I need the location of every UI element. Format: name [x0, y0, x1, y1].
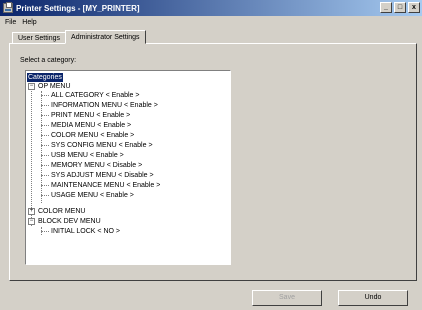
tree-item-sys-adjust-menu[interactable]: SYS ADJUST MENU < Disable >: [51, 171, 154, 180]
minimize-button[interactable]: _: [380, 2, 392, 13]
tree-line: [41, 145, 49, 146]
menu-help[interactable]: Help: [19, 19, 39, 26]
menu-bar: File Help: [0, 17, 40, 28]
settings-tabs: User Settings Administrator Settings: [12, 30, 146, 44]
tree-line: [41, 91, 42, 203]
tree-item-usb-menu[interactable]: USB MENU < Enable >: [51, 151, 124, 160]
tree-item-sys-config-menu[interactable]: SYS CONFIG MENU < Enable >: [51, 141, 153, 150]
tree-node-op-menu[interactable]: OP MENU: [38, 82, 71, 91]
tree-item-usage-menu[interactable]: USAGE MENU < Enable >: [51, 191, 134, 200]
tree-item-all-category[interactable]: ALL CATEGORY < Enable >: [51, 91, 139, 100]
tree-item-information-menu[interactable]: INFORMATION MENU < Enable >: [51, 101, 158, 110]
collapse-block-dev-menu-icon[interactable]: −: [28, 218, 35, 225]
expand-color-menu-icon[interactable]: +: [28, 208, 35, 215]
printer-settings-window: Printer Settings - [MY_PRINTER] _ □ x Fi…: [0, 0, 422, 310]
tree-line: [31, 87, 32, 226]
tree-line: [41, 165, 49, 166]
tree-line: [41, 105, 49, 106]
tree-item-print-menu[interactable]: PRINT MENU < Enable >: [51, 111, 130, 120]
tree-line: [41, 185, 49, 186]
tree-line: [41, 231, 49, 232]
undo-button[interactable]: Undo: [338, 290, 408, 306]
tree-item-color-menu[interactable]: COLOR MENU < Enable >: [51, 131, 134, 140]
tree-line: [41, 95, 49, 96]
tree-root-categories[interactable]: Categories: [27, 73, 63, 82]
save-button[interactable]: Save: [252, 290, 322, 306]
window-controls: _ □ x: [380, 2, 420, 13]
tree-line: [41, 175, 49, 176]
tree-item-maintenance-menu[interactable]: MAINTENANCE MENU < Enable >: [51, 181, 160, 190]
tree-node-block-dev-menu[interactable]: BLOCK DEV MENU: [38, 217, 101, 226]
tree-item-initial-lock[interactable]: INITIAL LOCK < NO >: [51, 227, 120, 236]
tree-line: [41, 155, 49, 156]
tree-line: [41, 195, 49, 196]
close-button[interactable]: x: [408, 2, 420, 13]
select-category-label: Select a category:: [20, 57, 77, 64]
maximize-button[interactable]: □: [394, 2, 406, 13]
administrator-settings-panel: Select a category: Categories − OP MENU …: [9, 43, 417, 281]
tree-item-memory-menu[interactable]: MEMORY MENU < Disable >: [51, 161, 142, 170]
printer-icon: [3, 2, 13, 13]
tab-administrator-settings[interactable]: Administrator Settings: [65, 30, 146, 44]
category-tree[interactable]: Categories − OP MENU ALL CATEGORY < Enab…: [25, 70, 231, 265]
tree-line: [41, 125, 49, 126]
collapse-op-menu-icon[interactable]: −: [28, 83, 35, 90]
tree-node-color-menu[interactable]: COLOR MENU: [38, 207, 85, 216]
menu-file[interactable]: File: [2, 19, 19, 26]
window-title: Printer Settings - [MY_PRINTER]: [16, 3, 140, 13]
title-bar[interactable]: Printer Settings - [MY_PRINTER] _ □ x: [0, 0, 422, 16]
tree-item-media-menu[interactable]: MEDIA MENU < Enable >: [51, 121, 131, 130]
tree-line: [41, 115, 49, 116]
tree-line: [41, 135, 49, 136]
